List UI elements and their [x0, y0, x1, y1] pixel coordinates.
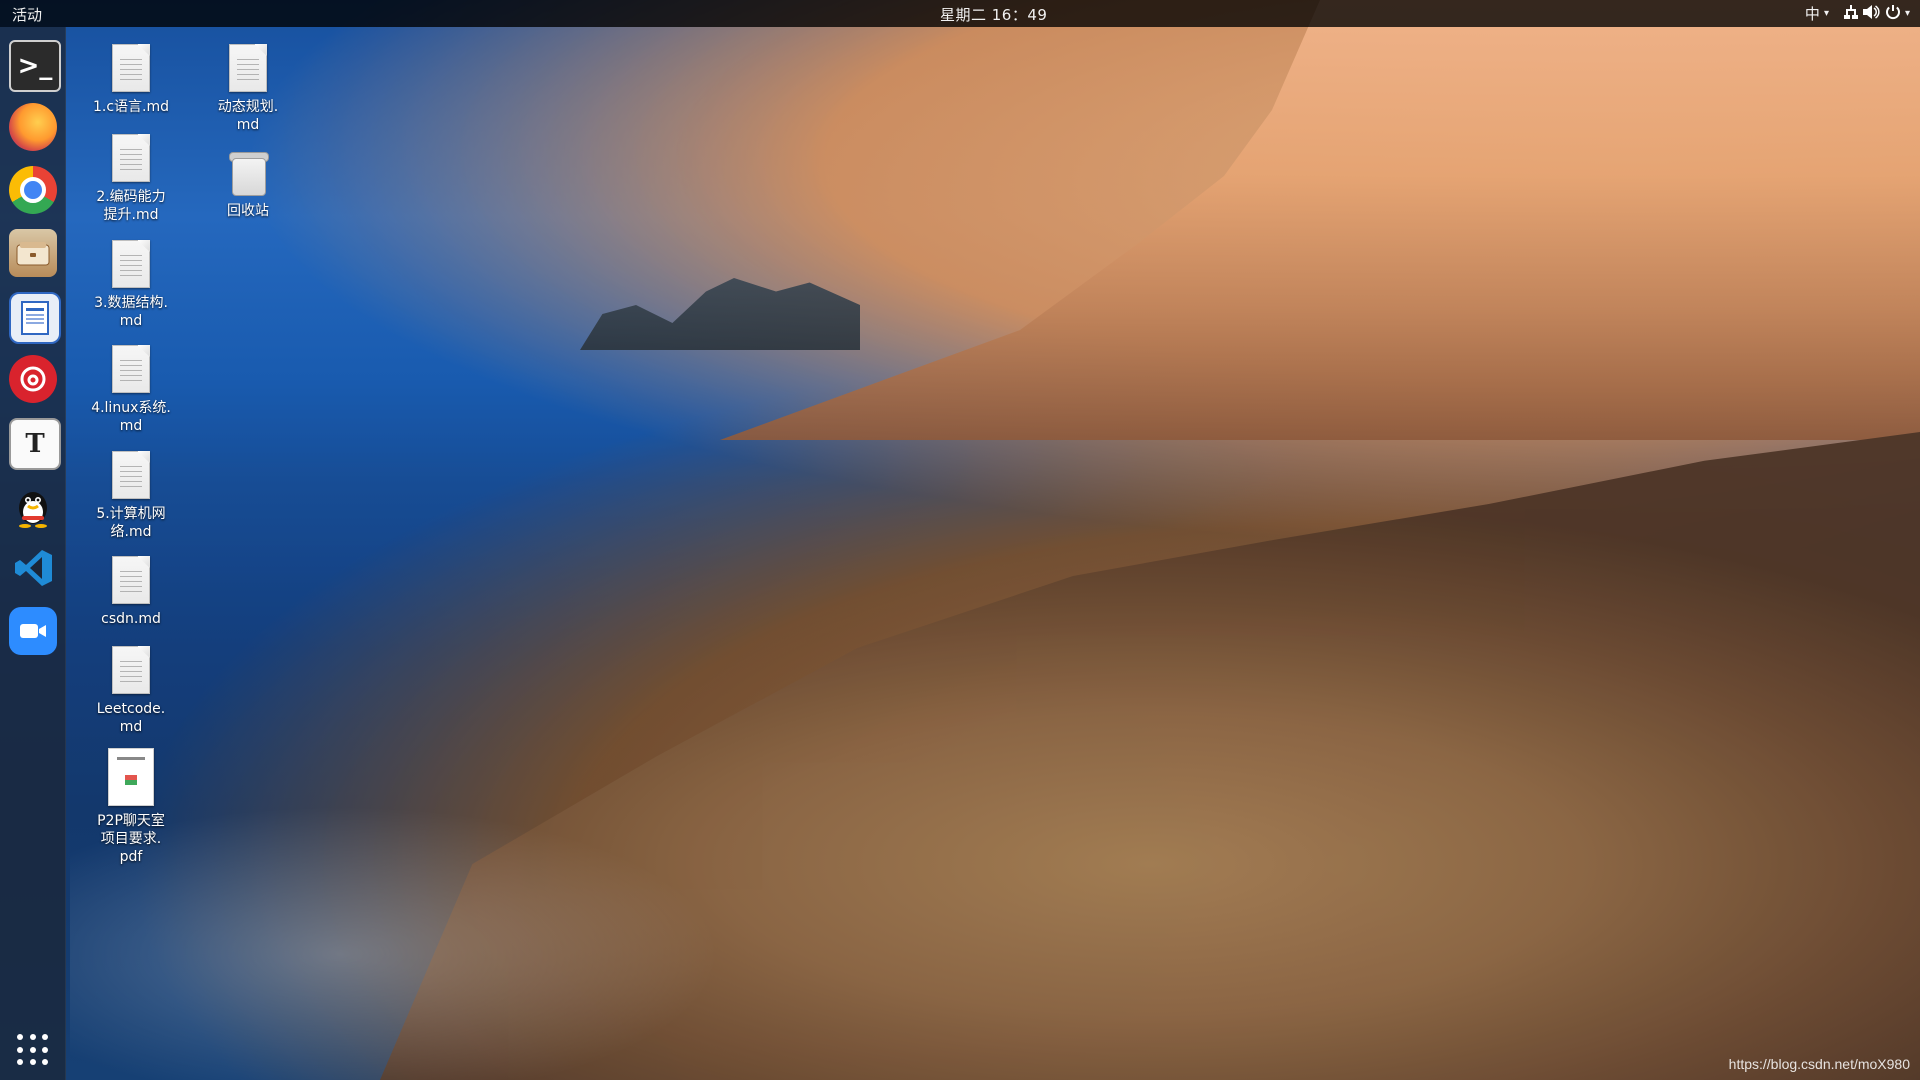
power-icon [1885, 4, 1901, 24]
volume-icon [1862, 4, 1881, 23]
firefox-icon[interactable] [9, 103, 57, 151]
file-label: 5.计算机网 络.md [96, 506, 166, 540]
file-label: csdn.md [101, 611, 161, 627]
chevron-down-icon: ▾ [1823, 8, 1829, 19]
document-icon [112, 451, 150, 499]
system-tray[interactable]: 中 ▾ ▾ [1805, 3, 1910, 24]
wallpaper-sea-foam [70, 660, 970, 1080]
document-icon [112, 44, 150, 92]
document-icon [112, 345, 150, 393]
dock: >_ T [0, 27, 66, 1080]
desktop-file-p2p-pdf[interactable]: P2P聊天室 项目要求. pdf [76, 748, 186, 866]
typora-glyph: T [25, 429, 45, 459]
qq-icon[interactable] [9, 481, 57, 529]
desktop-file-leetcode-md[interactable]: Leetcode. md [76, 646, 186, 736]
file-label: 2.编码能力 提升.md [96, 189, 166, 223]
desktop-screen: 活动 星期二 16：49 中 ▾ ▾ >_ T 1.c语言.md 2.编码能力 … [0, 0, 1920, 1080]
pdf-thumbnail [108, 748, 154, 806]
file-label: 1.c语言.md [92, 99, 170, 115]
vscode-icon[interactable] [9, 544, 57, 592]
document-writer-icon[interactable] [9, 292, 61, 344]
apps-grid-icon[interactable] [17, 1034, 49, 1066]
trash-icon [229, 150, 269, 196]
desktop-file-1-c-md[interactable]: 1.c语言.md [76, 44, 186, 116]
terminal-glyph: >_ [17, 51, 53, 81]
document-icon [112, 240, 150, 288]
document-icon [229, 44, 267, 92]
terminal-icon[interactable]: >_ [9, 40, 61, 92]
typora-icon[interactable]: T [9, 418, 61, 470]
input-method-indicator[interactable]: 中 ▾ [1805, 3, 1829, 24]
desktop-file-2-coding-md[interactable]: 2.编码能力 提升.md [76, 134, 186, 224]
desktop-file-dp-md[interactable]: 动态规划. md [193, 44, 303, 134]
activities-button[interactable]: 活动 [12, 4, 42, 25]
status-icons[interactable]: ▾ [1843, 4, 1910, 24]
chevron-down-icon: ▾ [1904, 8, 1910, 19]
watermark: https://blog.csdn.net/moX980 [1728, 1056, 1910, 1072]
document-icon [112, 556, 150, 604]
trash-label: 回收站 [227, 203, 269, 219]
desktop-file-5-network-md[interactable]: 5.计算机网 络.md [76, 451, 186, 541]
files-icon[interactable] [9, 229, 57, 277]
document-icon [112, 134, 150, 182]
desktop-file-3-ds-md[interactable]: 3.数据结构. md [76, 240, 186, 330]
desktop-file-csdn-md[interactable]: csdn.md [76, 556, 186, 628]
top-bar: 活动 星期二 16：49 中 ▾ ▾ [0, 0, 1920, 27]
music-icon[interactable] [9, 355, 57, 403]
file-label: 4.linux系统. md [91, 400, 171, 434]
desktop-trash[interactable]: 回收站 [193, 150, 303, 220]
desktop-file-4-linux-md[interactable]: 4.linux系统. md [76, 345, 186, 435]
network-icon [1843, 4, 1859, 23]
file-label: Leetcode. md [96, 701, 166, 735]
document-icon [112, 646, 150, 694]
input-method-label: 中 [1804, 5, 1820, 23]
chrome-icon[interactable] [9, 166, 57, 214]
clock[interactable]: 星期二 16：49 [940, 4, 1047, 25]
file-label: 3.数据结构. md [94, 295, 168, 329]
video-meeting-icon[interactable] [9, 607, 57, 655]
file-label: 动态规划. md [217, 99, 279, 133]
file-label: P2P聊天室 项目要求. pdf [97, 813, 165, 865]
